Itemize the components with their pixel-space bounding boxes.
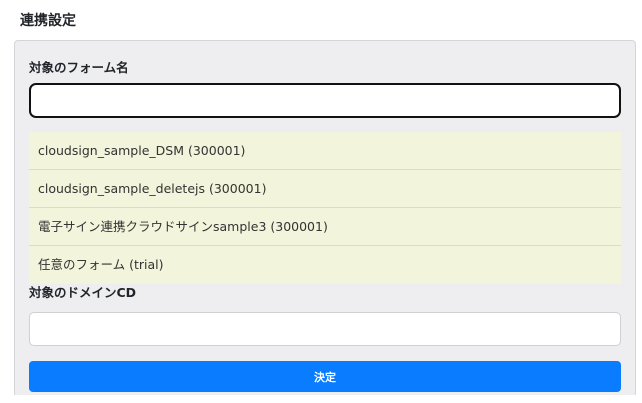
page-title: 連携設定 bbox=[20, 13, 76, 29]
form-name-search-input[interactable] bbox=[29, 83, 621, 118]
domain-cd-label: 対象のドメインCD bbox=[29, 285, 137, 300]
settings-panel: 対象のフォーム名 cloudsign_sample_DSM (300001) c… bbox=[14, 40, 636, 395]
suggestion-item[interactable]: cloudsign_sample_DSM (300001) bbox=[29, 132, 621, 170]
suggestion-item[interactable]: cloudsign_sample_deletejs (300001) bbox=[29, 170, 621, 208]
suggestion-item[interactable]: 任意のフォーム (trial) bbox=[29, 246, 621, 283]
suggestion-item[interactable]: 電子サイン連携クラウドサインsample3 (300001) bbox=[29, 208, 621, 246]
domain-cd-input[interactable] bbox=[29, 312, 621, 346]
form-name-label: 対象のフォーム名 bbox=[29, 60, 129, 75]
submit-button[interactable]: 決定 bbox=[29, 361, 621, 392]
settings-page: 連携設定 対象のフォーム名 cloudsign_sample_DSM (3000… bbox=[0, 0, 642, 403]
form-suggestion-list: cloudsign_sample_DSM (300001) cloudsign_… bbox=[29, 132, 621, 284]
